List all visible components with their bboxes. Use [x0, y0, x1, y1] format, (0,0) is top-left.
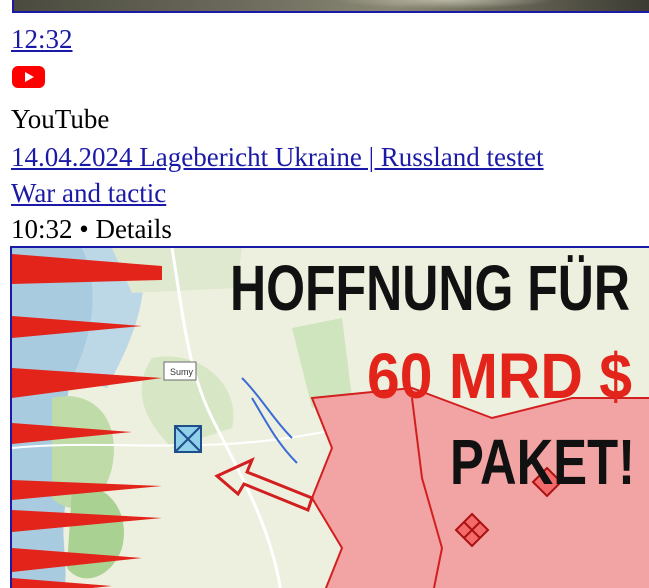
thumbnail-headline-3: PAKET! [450, 426, 635, 498]
thumbnail-image-detail [334, 0, 554, 9]
video-thumbnail[interactable]: Sumy HOFFNUNG FÜR 60 MRD $ PAKET! [10, 246, 649, 588]
previous-video-thumbnail[interactable] [12, 0, 649, 13]
thumbnail-headline-1: HOFFNUNG FÜR [230, 252, 630, 324]
youtube-icon [12, 66, 45, 88]
video-source-label: YouTube [11, 104, 110, 134]
thumbnail-map-image: Sumy HOFFNUNG FÜR 60 MRD $ PAKET! [12, 248, 649, 588]
thumbnail-headline-2: 60 MRD $ [367, 340, 632, 412]
map-place-label: Sumy [170, 367, 194, 377]
video-meta-details: 10:32 • Details [11, 214, 172, 244]
video-title-link[interactable]: 14.04.2024 Lagebericht Ukraine | Russlan… [11, 140, 544, 174]
previous-video-duration-link[interactable]: 12:32 [11, 22, 73, 56]
channel-link[interactable]: War and tactic [11, 176, 166, 210]
search-results-page: 12:32 YouTube 14.04.2024 Lagebericht Ukr… [0, 0, 649, 588]
